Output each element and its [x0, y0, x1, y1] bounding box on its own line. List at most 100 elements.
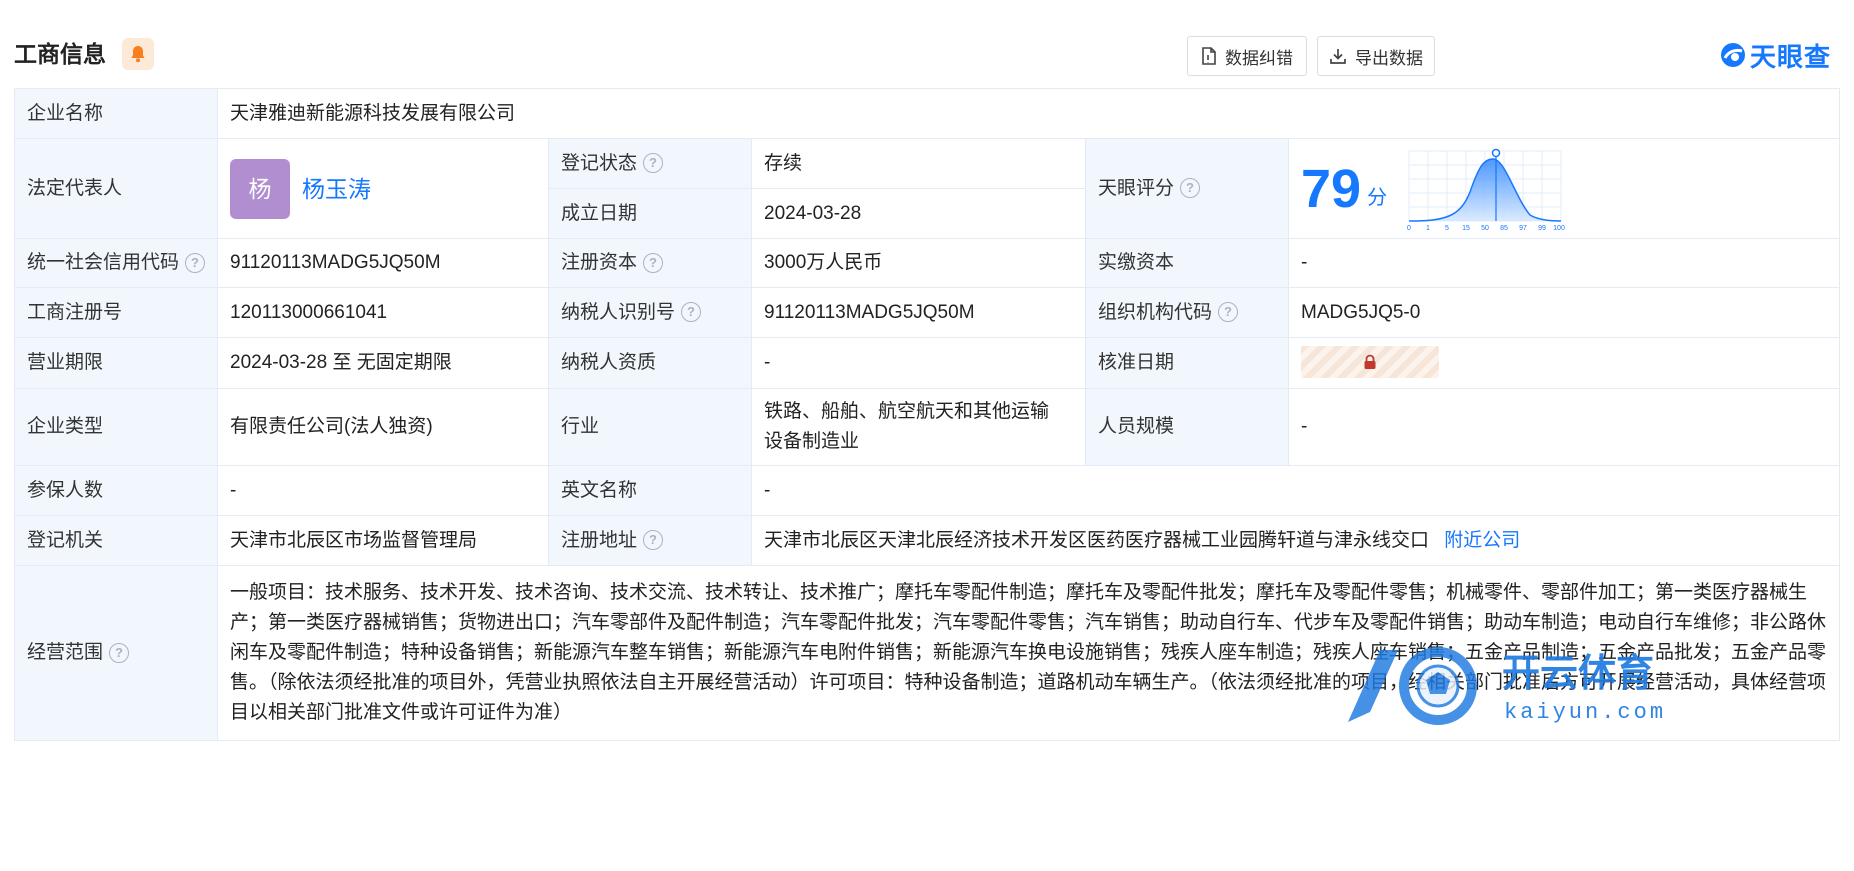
- table-row: 统一社会信用代码? 91120113MADG5JQ50M 注册资本? 3000万…: [14, 238, 1841, 288]
- address-label-cell: 注册地址?: [548, 515, 752, 566]
- kaiyun-watermark: 开云体育 kaiyun.com: [1348, 647, 1666, 725]
- table-row: 企业类型 有限责任公司(法人独资) 行业 铁路、船舶、航空航天和其他运输设备制造…: [14, 388, 1841, 466]
- industry-value: 铁路、船舶、航空航天和其他运输设备制造业: [751, 388, 1086, 466]
- reg-capital-label: 注册资本: [561, 252, 638, 273]
- credit-code-label: 统一社会信用代码: [27, 252, 180, 273]
- insured-value: -: [217, 465, 549, 516]
- score-axis-tick: 99: [1538, 225, 1546, 231]
- score-axis-tick: 0: [1407, 225, 1411, 231]
- export-data-button[interactable]: 导出数据: [1317, 36, 1435, 76]
- taxpayer-qual-value: -: [751, 337, 1086, 389]
- table-row: 法定代表人 杨杨玉涛 登记状态? 存续 天眼评分? 79 分 0 1 5 15 …: [14, 138, 1841, 239]
- credit-code-value: 91120113MADG5JQ50M: [217, 238, 549, 288]
- org-code-value: MADG5JQ5-0: [1287, 287, 1841, 338]
- score-unit: 分: [1367, 186, 1388, 209]
- scope-label: 经营范围: [27, 642, 104, 663]
- table-row: 工商注册号 120113000661041 纳税人识别号? 91120113MA…: [14, 287, 1841, 338]
- download-icon: [1330, 49, 1346, 64]
- help-icon[interactable]: ?: [1180, 178, 1201, 199]
- term-value: 2024-03-28 至 无固定期限: [217, 337, 549, 389]
- help-icon[interactable]: ?: [185, 252, 206, 273]
- found-date-value: 2024-03-28: [751, 188, 1086, 239]
- data-correction-button[interactable]: 数据纠错: [1187, 36, 1307, 76]
- status-label: 登记状态: [561, 152, 638, 174]
- avatar[interactable]: 杨: [230, 158, 290, 219]
- term-label: 营业期限: [14, 337, 218, 389]
- org-code-label: 组织机构代码: [1098, 301, 1213, 323]
- legal-rep-cell: 杨杨玉涛: [217, 138, 549, 239]
- status-value: 存续: [751, 138, 1086, 189]
- found-date-label: 成立日期: [548, 188, 752, 239]
- logo-text: 天眼查: [1750, 41, 1832, 72]
- score-axis-tick: 5: [1445, 225, 1449, 231]
- paid-capital-label: 实缴资本: [1085, 238, 1289, 288]
- table-row: 登记机关 天津市北辰区市场监督管理局 注册地址? 天津市北辰区天津北辰经济技术开…: [14, 515, 1841, 566]
- score-label: 天眼评分: [1098, 177, 1175, 199]
- locked-value-button[interactable]: [1301, 346, 1439, 378]
- tianyancha-logo[interactable]: 天眼查: [1720, 36, 1831, 74]
- score-axis-tick: 97: [1519, 225, 1527, 231]
- table-row: 营业期限 2024-03-28 至 无固定期限 纳税人资质 - 核准日期: [14, 337, 1841, 389]
- credit-code-label-cell: 统一社会信用代码?: [14, 238, 218, 288]
- taxpayer-id-label: 纳税人识别号: [561, 301, 676, 323]
- address-cell: 天津市北辰区天津北辰经济技术开发区医药医疗器械工业园腾轩道与津永线交口 附近公司: [750, 515, 1841, 566]
- paid-capital-value: -: [1287, 238, 1841, 288]
- score-axis-tick: 50: [1481, 225, 1489, 231]
- section-title: 工商信息: [14, 41, 106, 67]
- score-label-cell: 天眼评分?: [1085, 138, 1289, 239]
- score-axis-tick: 85: [1500, 225, 1508, 231]
- taxpayer-qual-label: 纳税人资质: [548, 337, 752, 389]
- table-row: 企业名称 天津雅迪新能源科技发展有限公司: [14, 88, 1841, 139]
- export-data-label: 导出数据: [1355, 48, 1423, 68]
- score-cell[interactable]: 79 分 0 1 5 15 50 85 97 99 100: [1287, 138, 1841, 239]
- reg-capital-label-cell: 注册资本?: [548, 238, 752, 288]
- type-value: 有限责任公司(法人独资): [217, 388, 549, 466]
- score-distribution-chart: 0 1 5 15 50 85 97 99 100: [1407, 148, 1565, 231]
- watermark-brand-text: 开云体育: [1502, 653, 1654, 695]
- lock-icon: [1364, 354, 1376, 369]
- org-code-label-cell: 组织机构代码?: [1085, 287, 1289, 338]
- watermark-domain-text: kaiyun.com: [1504, 700, 1666, 725]
- company-name-value: 天津雅迪新能源科技发展有限公司: [216, 88, 1841, 139]
- help-icon[interactable]: ?: [643, 252, 664, 273]
- tianyancha-logo-icon: [1721, 43, 1745, 67]
- legal-rep-name-link[interactable]: 杨玉涛: [302, 176, 371, 202]
- industry-label: 行业: [548, 388, 752, 466]
- table-row: 参保人数 - 英文名称 -: [14, 465, 1841, 516]
- nearby-companies-link[interactable]: 附近公司: [1444, 530, 1520, 551]
- help-icon[interactable]: ?: [681, 302, 702, 323]
- score-value: 79: [1301, 158, 1362, 219]
- address-value: 天津市北辰区天津北辰经济技术开发区医药医疗器械工业园腾轩道与津永线交口: [764, 529, 1430, 551]
- taxpayer-id-label-cell: 纳税人识别号?: [548, 287, 752, 338]
- insured-label: 参保人数: [14, 465, 218, 516]
- help-icon[interactable]: ?: [643, 153, 664, 174]
- approve-date-cell: [1287, 337, 1841, 389]
- scope-label-cell: 经营范围?: [14, 565, 218, 741]
- reg-capital-value: 3000万人民币: [751, 238, 1086, 288]
- type-label: 企业类型: [14, 388, 218, 466]
- help-icon[interactable]: ?: [643, 530, 664, 551]
- authority-label: 登记机关: [14, 515, 218, 566]
- staff-size-value: -: [1287, 388, 1841, 466]
- taxpayer-id-value: 91120113MADG5JQ50M: [751, 287, 1086, 338]
- legal-rep-label: 法定代表人: [14, 138, 218, 239]
- score-widget[interactable]: 79 分 0 1 5 15 50 85 97 99 100: [1301, 147, 1827, 231]
- document-icon: [1202, 47, 1216, 65]
- help-icon[interactable]: ?: [1218, 302, 1239, 323]
- staff-size-label: 人员规模: [1085, 388, 1289, 466]
- reg-no-value: 120113000661041: [217, 287, 549, 338]
- bell-icon[interactable]: [122, 38, 154, 70]
- approve-date-label: 核准日期: [1085, 337, 1289, 389]
- english-name-value: -: [750, 465, 1841, 516]
- section-header: 工商信息 数据纠错 导出数据 天眼查: [14, 36, 1844, 76]
- authority-value: 天津市北辰区市场监督管理局: [217, 515, 549, 566]
- address-label: 注册地址: [561, 529, 638, 551]
- score-axis-tick: 1: [1426, 225, 1430, 231]
- score-axis-tick: 100: [1553, 225, 1565, 231]
- english-name-label: 英文名称: [548, 465, 752, 516]
- status-label-cell: 登记状态?: [548, 138, 752, 189]
- help-icon[interactable]: ?: [109, 642, 130, 663]
- reg-no-label: 工商注册号: [14, 287, 218, 338]
- company-name-label: 企业名称: [14, 88, 218, 139]
- score-axis-tick: 15: [1462, 225, 1470, 231]
